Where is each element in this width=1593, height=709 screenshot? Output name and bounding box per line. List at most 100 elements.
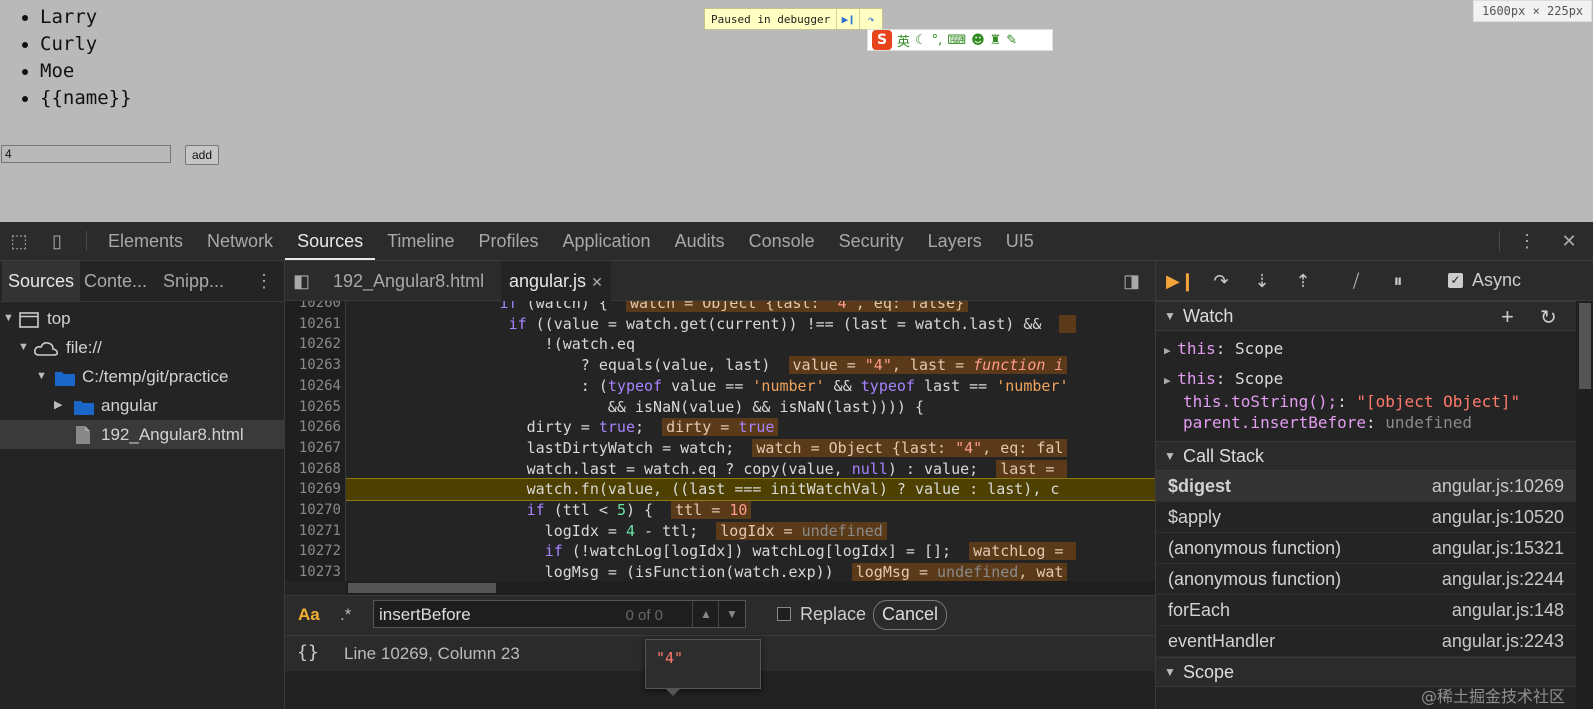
line-number[interactable]: 10261: [285, 314, 341, 335]
vertical-scrollbar[interactable]: [1576, 301, 1593, 709]
frame-location[interactable]: angular.js:2243: [1442, 626, 1564, 657]
user-icon[interactable]: ☻: [971, 33, 985, 48]
frame-location[interactable]: angular.js:10269: [1432, 471, 1564, 502]
watch-section-header[interactable]: ▼ Watch + ↻: [1156, 301, 1576, 331]
watch-item[interactable]: ▶ this: Scope: [1164, 368, 1283, 390]
tab-sources[interactable]: Sources: [285, 222, 376, 260]
callstack-frame[interactable]: (anonymous function) angular.js:15321: [1156, 533, 1576, 564]
cancel-button[interactable]: Cancel: [873, 600, 948, 630]
code-area[interactable]: if (watch) { watch = Object {last: "4", …: [346, 301, 1155, 581]
punct-icon[interactable]: °,: [932, 33, 943, 48]
callstack-section-header[interactable]: ▼ Call Stack: [1156, 441, 1576, 471]
tab-snippets[interactable]: Snipp...: [163, 261, 224, 301]
expand-triangle-icon[interactable]: ▼: [18, 333, 29, 362]
refresh-icon[interactable]: ↻: [1540, 305, 1557, 330]
step-over-icon[interactable]: ↷: [1208, 268, 1234, 294]
line-number[interactable]: 10265: [285, 397, 341, 418]
navigator-more-icon[interactable]: ⋮: [255, 261, 273, 301]
frame-location[interactable]: angular.js:148: [1452, 595, 1564, 626]
line-number[interactable]: 10273: [285, 562, 341, 581]
tree-item-html-file[interactable]: 192_Angular8.html: [0, 420, 285, 449]
step-over-icon[interactable]: ↷: [859, 9, 882, 29]
close-icon[interactable]: ✕: [1558, 230, 1580, 252]
line-number[interactable]: 10271: [285, 521, 341, 542]
add-watch-icon[interactable]: +: [1501, 304, 1514, 330]
tree-item-file[interactable]: ▼ file://: [0, 333, 285, 362]
toggle-debugger-icon[interactable]: ◨: [1123, 261, 1140, 301]
tab-content-scripts[interactable]: Conte...: [84, 261, 147, 301]
name-input[interactable]: [1, 145, 171, 163]
tree-item-practice[interactable]: ▼ C:/temp/git/practice: [0, 362, 285, 391]
tab-timeline[interactable]: Timeline: [375, 222, 466, 260]
frame-location[interactable]: angular.js:10520: [1432, 502, 1564, 533]
callstack-frame[interactable]: $digest angular.js:10269: [1156, 471, 1576, 502]
tab-security[interactable]: Security: [827, 222, 916, 260]
tab-ui5[interactable]: UI5: [994, 222, 1046, 260]
expand-triangle-icon[interactable]: ▼: [1164, 449, 1176, 463]
tree-item-top[interactable]: ▼ top: [0, 304, 285, 333]
editor-tab-html[interactable]: 192_Angular8.html: [333, 261, 484, 301]
inspect-element-icon[interactable]: ⬚: [8, 230, 30, 252]
tab-layers[interactable]: Layers: [916, 222, 994, 260]
device-mode-icon[interactable]: ▯: [46, 230, 68, 252]
frame-location[interactable]: angular.js:15321: [1432, 533, 1564, 564]
expand-triangle-icon[interactable]: ▶: [1164, 374, 1177, 387]
tab-audits[interactable]: Audits: [663, 222, 737, 260]
expand-triangle-icon[interactable]: ▼: [3, 304, 14, 333]
watch-item[interactable]: ▶ this: Scope: [1164, 338, 1283, 360]
callstack-frame[interactable]: eventHandler angular.js:2243: [1156, 626, 1576, 657]
resume-icon[interactable]: ▶❙: [1166, 268, 1195, 294]
pretty-print-icon[interactable]: {}: [297, 642, 319, 663]
line-number[interactable]: 10268: [285, 459, 341, 480]
toggle-navigator-icon[interactable]: ◧: [293, 261, 310, 301]
line-number[interactable]: 10269: [285, 479, 341, 500]
expand-triangle-icon[interactable]: ▼: [1164, 665, 1176, 679]
search-prev-icon[interactable]: ▲: [692, 601, 719, 627]
line-number[interactable]: 10270: [285, 500, 341, 521]
async-checkbox[interactable]: ✓: [1448, 273, 1463, 288]
line-number[interactable]: 10266: [285, 417, 341, 438]
scrollbar-thumb[interactable]: [348, 583, 496, 593]
keyboard-icon[interactable]: ⌨: [947, 33, 966, 48]
shirt-icon[interactable]: ♜: [990, 33, 1002, 48]
collapse-triangle-icon[interactable]: ▶: [54, 391, 62, 420]
moon-icon[interactable]: ☾: [915, 33, 927, 48]
search-next-icon[interactable]: ▼: [718, 601, 745, 627]
line-number[interactable]: 10260: [285, 301, 341, 314]
horizontal-scrollbar[interactable]: [346, 581, 1155, 595]
editor-tab-angular[interactable]: angular.js ✕: [501, 261, 611, 301]
callstack-frame[interactable]: (anonymous function) angular.js:2244: [1156, 564, 1576, 595]
pause-on-exceptions-icon[interactable]: ⏸: [1385, 268, 1411, 294]
deactivate-breakpoints-icon[interactable]: ⧸: [1343, 268, 1369, 294]
regex-toggle[interactable]: .*: [340, 605, 351, 625]
replace-checkbox[interactable]: [777, 607, 791, 621]
expand-triangle-icon[interactable]: ▼: [1164, 309, 1176, 323]
line-number[interactable]: 10267: [285, 438, 341, 459]
watch-item[interactable]: parent.insertBefore: undefined: [1183, 412, 1472, 434]
step-out-icon[interactable]: ⇡: [1290, 268, 1316, 294]
tree-item-angular[interactable]: ▶ angular: [0, 391, 285, 420]
close-tab-icon[interactable]: ✕: [591, 274, 603, 290]
tab-console[interactable]: Console: [737, 222, 827, 260]
line-number[interactable]: 10262: [285, 334, 341, 355]
tab-network[interactable]: Network: [195, 222, 285, 260]
line-number[interactable]: 10272: [285, 541, 341, 562]
frame-location[interactable]: angular.js:2244: [1442, 564, 1564, 595]
step-into-icon[interactable]: ⇣: [1249, 268, 1275, 294]
tab-elements[interactable]: Elements: [96, 222, 195, 260]
add-button[interactable]: add: [185, 145, 220, 165]
line-number[interactable]: 10264: [285, 376, 341, 397]
tab-profiles[interactable]: Profiles: [466, 222, 550, 260]
callstack-frame[interactable]: $apply angular.js:10520: [1156, 502, 1576, 533]
match-case-toggle[interactable]: Aa: [298, 605, 320, 625]
wrench-icon[interactable]: ✎: [1006, 33, 1017, 48]
expand-triangle-icon[interactable]: ▶: [1164, 344, 1177, 357]
resume-icon[interactable]: ▶❙: [836, 9, 859, 29]
scrollbar-thumb[interactable]: [1579, 303, 1591, 389]
expand-triangle-icon[interactable]: ▼: [36, 362, 47, 391]
tab-application[interactable]: Application: [551, 222, 663, 260]
more-menu-icon[interactable]: ⋮: [1516, 230, 1538, 252]
tab-sources-nav[interactable]: Sources: [2, 261, 81, 301]
watch-item[interactable]: this.toString();: "[object Object]": [1183, 391, 1520, 413]
search-input[interactable]: insertBefore 0 of 0 ▲ ▼: [373, 600, 746, 628]
